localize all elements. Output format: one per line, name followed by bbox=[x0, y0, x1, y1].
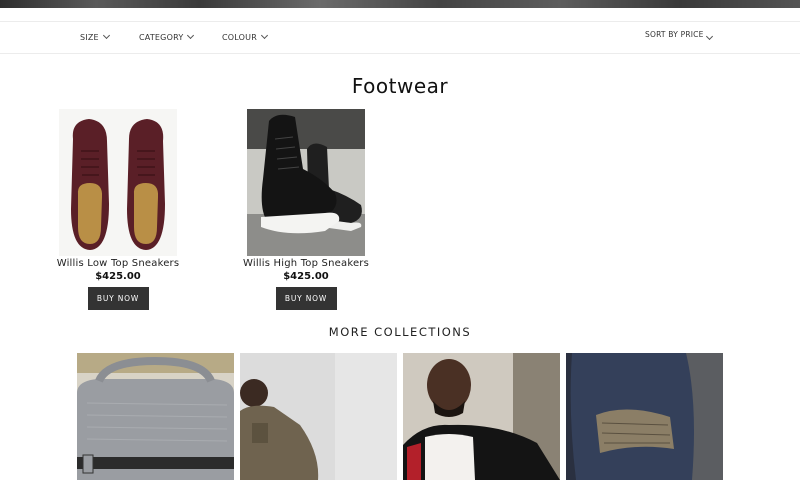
product-image-high-top-sneakers[interactable] bbox=[247, 109, 365, 256]
filter-size[interactable]: SIZE bbox=[80, 22, 110, 53]
filter-category[interactable]: CATEGORY bbox=[139, 22, 195, 53]
chevron-down-icon bbox=[187, 31, 195, 40]
chevron-down-icon[interactable] bbox=[705, 32, 714, 41]
filter-colour[interactable]: COLOUR bbox=[222, 22, 269, 53]
sort-label: SORT BY PRICE bbox=[645, 30, 704, 39]
collection-tile-denim[interactable] bbox=[566, 353, 723, 480]
sort-dropdown[interactable]: SORT BY PRICE bbox=[645, 19, 704, 50]
collection-tile-bags[interactable] bbox=[77, 353, 234, 480]
product-price: $425.00 bbox=[95, 271, 141, 282]
filter-colour-label: COLOUR bbox=[222, 33, 257, 42]
filter-category-label: CATEGORY bbox=[139, 33, 184, 42]
collection-tile-leather-jackets[interactable] bbox=[403, 353, 560, 480]
page-title: Footwear bbox=[351, 74, 449, 98]
buy-now-button[interactable]: BUY NOW bbox=[87, 287, 149, 310]
chevron-down-icon bbox=[102, 31, 110, 40]
more-collections-heading: MORE COLLECTIONS bbox=[328, 325, 472, 339]
filter-size-label: SIZE bbox=[80, 33, 99, 42]
filter-bar: SIZE CATEGORY COLOUR SORT BY PRICE bbox=[0, 21, 800, 54]
product-card: Willis High Top Sneakers $425.00 BUY NOW bbox=[241, 109, 371, 310]
chevron-down-icon bbox=[260, 31, 269, 40]
buy-now-button[interactable]: BUY NOW bbox=[275, 287, 337, 310]
product-name[interactable]: Willis High Top Sneakers bbox=[241, 258, 371, 269]
product-name[interactable]: Willis Low Top Sneakers bbox=[53, 258, 183, 269]
hero-banner-strip bbox=[0, 0, 800, 8]
product-card: Willis Low Top Sneakers $425.00 BUY NOW bbox=[53, 109, 183, 310]
product-price: $425.00 bbox=[283, 271, 329, 282]
product-image-low-top-sneakers[interactable] bbox=[59, 109, 177, 256]
collection-tile-outerwear[interactable] bbox=[240, 353, 397, 480]
